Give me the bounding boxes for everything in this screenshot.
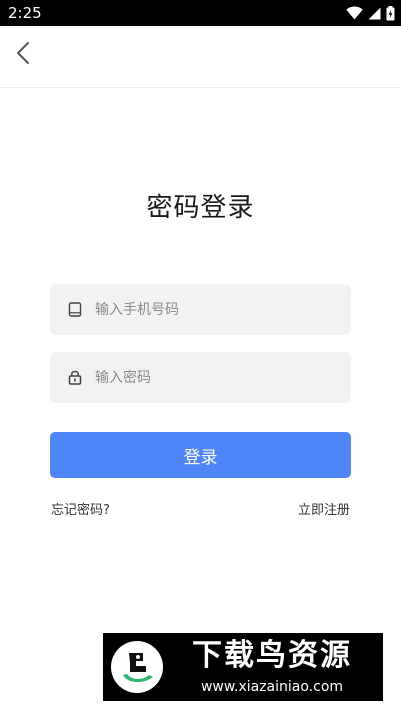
- watermark-banner: 下载鸟资源 www.xiazainiao.com: [103, 633, 383, 701]
- chevron-left-icon: [16, 41, 30, 69]
- password-input[interactable]: [95, 352, 340, 403]
- watermark-title: 下载鸟资源: [192, 638, 352, 673]
- app-header: [0, 26, 401, 88]
- battery-icon: [386, 5, 395, 21]
- back-button[interactable]: [8, 39, 38, 71]
- watermark-url: www.xiazainiao.com: [200, 679, 344, 695]
- page-title: 密码登录: [146, 193, 255, 223]
- password-input-box[interactable]: [50, 352, 351, 403]
- phone-icon: [67, 301, 83, 317]
- phone-input-box[interactable]: [50, 284, 351, 335]
- watermark-logo: [109, 639, 165, 695]
- phone-input[interactable]: [95, 284, 340, 335]
- status-bar: 2:25: [0, 0, 401, 26]
- lock-icon: [67, 369, 83, 385]
- login-button[interactable]: 登录: [50, 432, 351, 478]
- wifi-icon: [346, 6, 363, 20]
- status-icons: [346, 5, 395, 21]
- signal-icon: [368, 7, 381, 20]
- register-link[interactable]: 立即注册: [298, 502, 350, 520]
- forgot-password-link[interactable]: 忘记密码?: [51, 502, 110, 520]
- status-time: 2:25: [8, 4, 42, 22]
